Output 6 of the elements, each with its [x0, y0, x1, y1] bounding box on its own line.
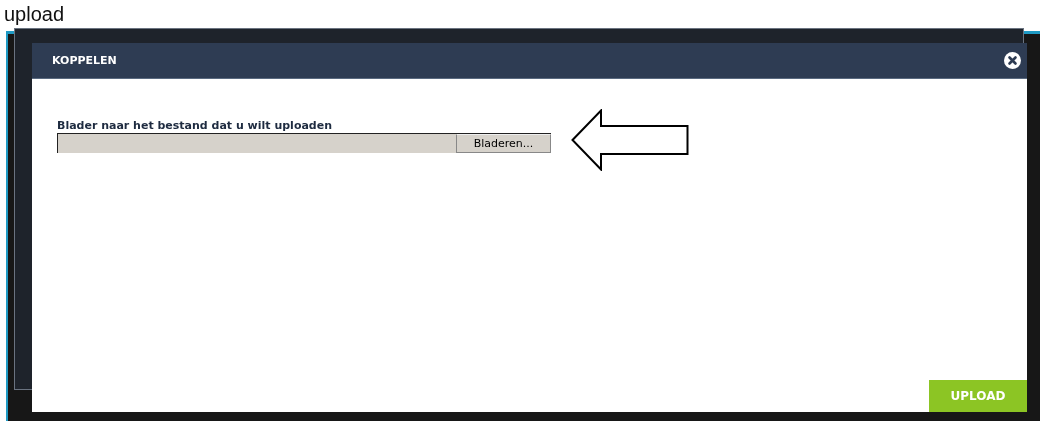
- field-label: Blader naar het bestand dat u wilt uploaden: [57, 119, 334, 132]
- file-input-field[interactable]: Bladeren...: [57, 133, 551, 153]
- dialog-title: KOPPELEN: [52, 54, 117, 67]
- close-icon[interactable]: [1004, 52, 1021, 69]
- caption-text: upload: [4, 2, 65, 26]
- browse-button[interactable]: Bladeren...: [456, 134, 551, 153]
